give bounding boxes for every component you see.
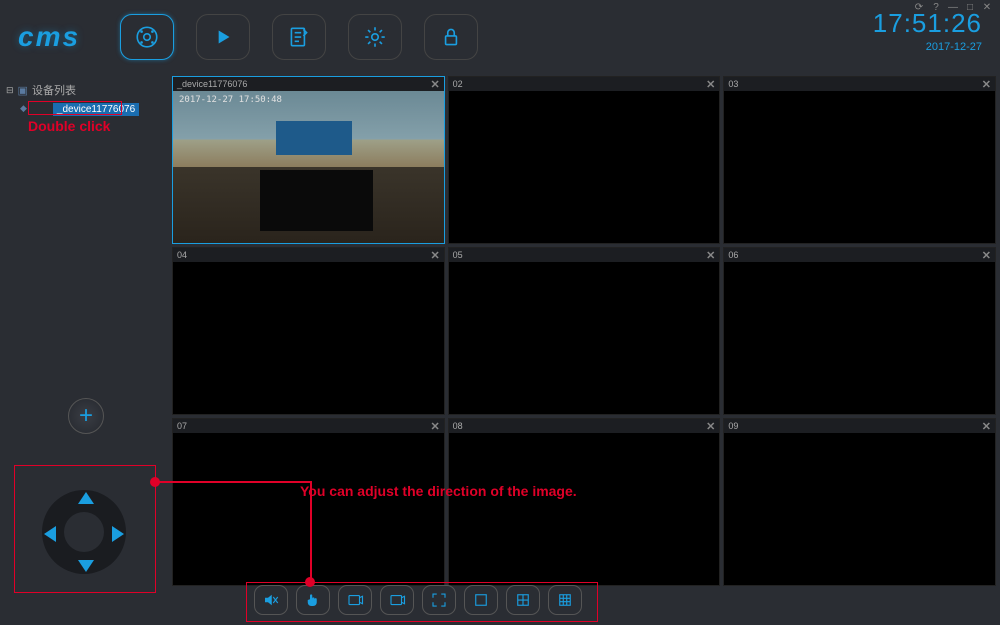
layout-1-button[interactable]: [464, 585, 498, 615]
folder-icon: ▣: [18, 84, 28, 97]
ptz-up-button[interactable]: [78, 492, 94, 504]
nav-log-button[interactable]: [272, 14, 326, 60]
tile-close-icon[interactable]: ✕: [430, 420, 439, 433]
ptz-control: [30, 478, 138, 586]
app-logo: cms: [18, 21, 80, 53]
window-close-icon[interactable]: ✕: [980, 1, 994, 13]
video-tile-2[interactable]: 02 ✕: [448, 76, 721, 244]
layout-4-button[interactable]: [506, 585, 540, 615]
tile-close-icon[interactable]: ✕: [982, 420, 991, 433]
fullscreen-button[interactable]: [422, 585, 456, 615]
tile-label: 02: [453, 79, 463, 89]
video-grid: _device11776076 ✕ 2017-12-27 17:50:48 02…: [172, 76, 996, 586]
tile-label: 09: [728, 421, 738, 431]
tile-label: 08: [453, 421, 463, 431]
nav-live-button[interactable]: [120, 14, 174, 60]
tree-root[interactable]: ⊟ ▣ 设备列表: [6, 82, 162, 98]
top-bar: cms ⟳ ? — □ ✕ 17:51:26 2017-12-27: [0, 0, 1000, 74]
mute-button[interactable]: [254, 585, 288, 615]
nav-lock-button[interactable]: [424, 14, 478, 60]
clock-date: 2017-12-27: [873, 41, 982, 53]
tile-label: 07: [177, 421, 187, 431]
video-osd: 2017-12-27 17:50:48: [179, 95, 282, 105]
video-tile-4[interactable]: 04 ✕: [172, 247, 445, 415]
annotation-dot: [150, 477, 160, 487]
tree-collapse-icon[interactable]: ⊟: [6, 85, 14, 96]
tile-close-icon[interactable]: ✕: [706, 78, 715, 91]
snapshot-button[interactable]: [338, 585, 372, 615]
ptz-down-button[interactable]: [78, 560, 94, 572]
top-nav: [120, 14, 478, 60]
clock: 17:51:26 2017-12-27: [873, 8, 982, 53]
video-feed: [173, 91, 444, 243]
tile-header: _device11776076 ✕: [173, 77, 444, 91]
nav-settings-button[interactable]: [348, 14, 402, 60]
nav-playback-button[interactable]: [196, 14, 250, 60]
ptz-center[interactable]: [64, 512, 104, 552]
tile-label: 05: [453, 250, 463, 260]
video-tile-1[interactable]: _device11776076 ✕ 2017-12-27 17:50:48: [172, 76, 445, 244]
pan-button[interactable]: [296, 585, 330, 615]
video-tile-9[interactable]: 09 ✕: [723, 418, 996, 586]
clock-time: 17:51:26: [873, 8, 982, 39]
bottom-toolbar: [246, 581, 590, 619]
tile-close-icon[interactable]: ✕: [430, 78, 439, 91]
record-button[interactable]: [380, 585, 414, 615]
ptz-left-button[interactable]: [44, 526, 56, 542]
tile-label: 06: [728, 250, 738, 260]
video-tile-7[interactable]: 07 ✕: [172, 418, 445, 586]
tile-label: _device11776076: [177, 79, 247, 89]
layout-9-button[interactable]: [548, 585, 582, 615]
tile-close-icon[interactable]: ✕: [706, 249, 715, 262]
video-tile-5[interactable]: 05 ✕: [448, 247, 721, 415]
tile-close-icon[interactable]: ✕: [982, 249, 991, 262]
camera-icon: ◆: [20, 103, 27, 114]
video-tile-6[interactable]: 06 ✕: [723, 247, 996, 415]
video-tile-3[interactable]: 03 ✕: [723, 76, 996, 244]
add-device-button[interactable]: +: [68, 398, 104, 434]
tile-label: 04: [177, 250, 187, 260]
tile-close-icon[interactable]: ✕: [706, 420, 715, 433]
tile-close-icon[interactable]: ✕: [430, 249, 439, 262]
tile-label: 03: [728, 79, 738, 89]
tree-root-label: 设备列表: [32, 82, 76, 98]
ptz-right-button[interactable]: [112, 526, 124, 542]
video-tile-8[interactable]: 08 ✕: [448, 418, 721, 586]
tile-close-icon[interactable]: ✕: [982, 78, 991, 91]
tree-device-item[interactable]: _device11776076: [53, 103, 139, 116]
